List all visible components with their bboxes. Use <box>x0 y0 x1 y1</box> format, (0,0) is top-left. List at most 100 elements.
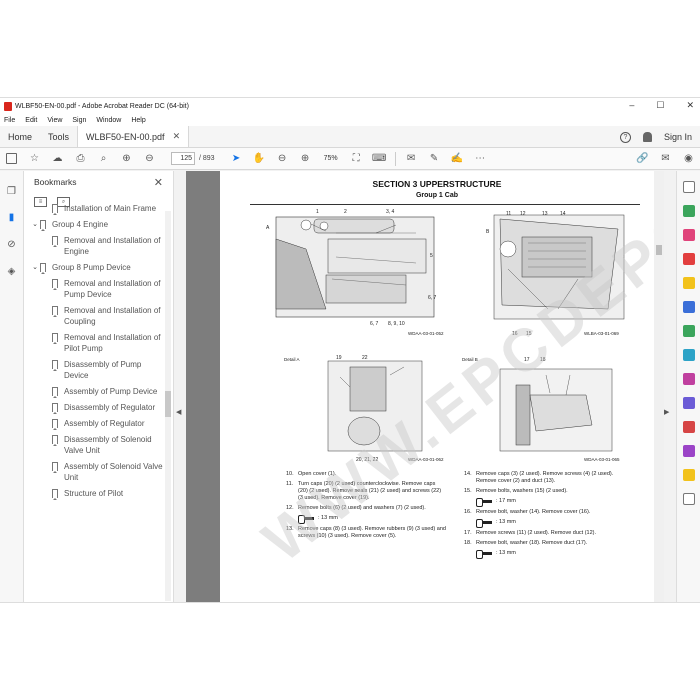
close-window-button[interactable]: ✕ <box>686 100 694 111</box>
bookmarks-list: Installation of Main Frame ⌄ Group 4 Engin… <box>24 203 164 504</box>
step-number: 12. <box>286 505 294 511</box>
bookmark-item[interactable]: Disassembly of Solenoid Valve Unit <box>24 434 164 456</box>
bookmark-label: Disassembly of Solenoid Valve Unit <box>64 435 152 455</box>
fig2-label: 13 <box>542 211 548 217</box>
document-scrollbar[interactable] <box>654 171 664 602</box>
tool-size-line: : 13 mm <box>476 519 634 528</box>
figure-detail-a <box>327 360 423 452</box>
notifications-icon[interactable] <box>642 132 652 142</box>
send-for-signature-icon[interactable] <box>683 445 695 457</box>
account-icon[interactable]: ◉ <box>683 153 694 164</box>
protect-icon[interactable] <box>683 397 695 409</box>
stamp-icon[interactable] <box>683 469 695 481</box>
find-icon[interactable]: ⌕ <box>98 153 109 164</box>
bookmark-item[interactable]: Assembly of Solenoid Valve Unit <box>24 461 164 483</box>
help-icon[interactable]: ? <box>619 131 631 143</box>
upload-cloud-icon[interactable]: ☁ <box>52 153 63 164</box>
tab-tools[interactable]: Tools <box>40 126 77 147</box>
bookmark-ribbon-icon <box>52 204 58 215</box>
fill-sign-icon[interactable] <box>683 373 695 385</box>
close-bookmarks-icon[interactable]: ✕ <box>154 176 163 189</box>
bookmarks-scrollbar[interactable] <box>165 211 171 601</box>
sign-in-button[interactable]: Sign In <box>664 132 692 142</box>
export-pdf-icon[interactable] <box>683 205 695 217</box>
fig1-label: A <box>266 225 270 231</box>
zoom-out-icon[interactable]: ⊖ <box>277 153 288 164</box>
fig1-label: 3, 4 <box>386 209 395 215</box>
email-icon[interactable]: ✉ <box>660 153 671 164</box>
minimize-button[interactable]: – <box>629 100 634 111</box>
bookmark-item[interactable]: Assembly of Regulator <box>24 418 164 430</box>
bookmark-item[interactable]: Installation of Main Frame <box>24 203 164 215</box>
collapse-left-panel-icon[interactable]: ◀ <box>176 408 181 416</box>
highlight-pen-icon[interactable]: ✎ <box>429 153 440 164</box>
attachments-icon[interactable]: ⊘ <box>6 239 17 250</box>
previous-page-icon[interactable]: ⊕ <box>121 153 132 164</box>
search-tool-icon[interactable] <box>683 181 695 193</box>
bookmark-star-icon[interactable]: ☆ <box>29 153 40 164</box>
comment-icon[interactable]: ✉ <box>406 153 417 164</box>
maximize-button[interactable]: ☐ <box>656 100 664 111</box>
document-scroll-thumb[interactable] <box>656 245 662 255</box>
bookmark-item[interactable]: Removal and Installation of Pump Device <box>24 278 164 300</box>
next-page-icon[interactable]: ⊖ <box>144 153 155 164</box>
fit-page-icon[interactable]: ⛶ <box>351 153 362 164</box>
close-tab-icon[interactable]: ✕ <box>173 131 181 142</box>
layers-icon[interactable]: ◈ <box>6 266 17 277</box>
page-number-input[interactable]: 125 <box>171 152 195 165</box>
procedure-step: 18. Remove bolt, washer (18). Remove duct… <box>464 540 634 547</box>
menu-sign[interactable]: Sign <box>72 117 86 124</box>
keyboard-icon[interactable]: ⌨ <box>372 153 386 164</box>
redact-icon[interactable] <box>683 421 695 433</box>
more-tools-icon[interactable]: ⋯ <box>475 153 486 164</box>
bookmark-item[interactable]: ⌄ Group 8 Pump Device <box>24 262 164 274</box>
share-link-icon[interactable]: 🔗 <box>636 153 648 164</box>
bookmark-expander-icon[interactable]: ⌄ <box>30 262 40 273</box>
organize-pages-icon[interactable] <box>683 325 695 337</box>
collapse-right-panel-icon[interactable]: ▶ <box>664 408 669 416</box>
fig1-label: 6, 7 <box>428 295 437 301</box>
bookmark-item[interactable]: Disassembly of Pump Device <box>24 359 164 381</box>
bookmark-label: Disassembly of Regulator <box>64 403 156 412</box>
edit-pdf-icon[interactable] <box>683 229 695 241</box>
bookmark-item[interactable]: Removal and Installation of Engine <box>24 235 164 257</box>
menu-file[interactable]: File <box>4 117 15 124</box>
bookmarks-panel-icon[interactable]: ▮ <box>6 212 17 223</box>
step-text: Remove bolt, washer (18). Remove duct (1… <box>476 540 588 546</box>
zoom-level-select[interactable]: 75% <box>317 152 345 165</box>
tool-size-text: : 13 mm <box>496 519 516 525</box>
tab-document[interactable]: WLBF50-EN-00.pdf ✕ <box>77 126 190 147</box>
print-icon[interactable]: ⎙ <box>75 153 86 164</box>
menu-edit[interactable]: Edit <box>25 117 37 124</box>
bookmark-item[interactable]: Removal and Installation of Pilot Pump <box>24 332 164 354</box>
menu-window[interactable]: Window <box>96 117 121 124</box>
page-thumbnails-icon[interactable]: ❐ <box>6 186 17 197</box>
menu-bar: File Edit View Sign Window Help <box>0 114 700 126</box>
bookmark-item[interactable]: ⌄ Group 4 Engine <box>24 219 164 231</box>
bookmarks-scroll-thumb[interactable] <box>165 391 171 417</box>
bookmark-ribbon-icon <box>52 306 58 317</box>
procedure-step: 11. Turn caps (20) (2 used) counterclockw… <box>286 481 446 502</box>
scan-ocr-icon[interactable] <box>683 349 695 361</box>
zoom-in-icon[interactable]: ⊕ <box>300 153 311 164</box>
save-icon[interactable] <box>6 153 17 164</box>
bookmark-item[interactable]: Assembly of Pump Device <box>24 386 164 398</box>
bookmark-ribbon-icon <box>52 462 58 473</box>
hand-tool-icon[interactable]: ✋ <box>253 153 265 164</box>
fig1-label: 8, 9, 10 <box>388 321 405 327</box>
select-cursor-icon[interactable]: ➤ <box>231 153 242 164</box>
tab-home[interactable]: Home <box>0 126 40 147</box>
create-pdf-icon[interactable] <box>683 253 695 265</box>
bookmark-item[interactable]: Disassembly of Regulator <box>24 402 164 414</box>
bookmark-expander-icon[interactable]: ⌄ <box>30 219 40 230</box>
combine-files-icon[interactable] <box>683 301 695 313</box>
procedure-step: 15. Remove bolts, washers (15) (2 used). <box>464 488 634 495</box>
comment-tool-icon[interactable] <box>683 277 695 289</box>
sign-icon[interactable]: ✍ <box>451 153 463 164</box>
bookmark-label: Removal and Installation of Pump Device <box>64 279 161 299</box>
bookmark-item[interactable]: Removal and Installation of Coupling <box>24 305 164 327</box>
menu-view[interactable]: View <box>47 117 62 124</box>
more-tools-rail-icon[interactable] <box>683 493 695 505</box>
bookmark-item[interactable]: Structure of Pilot <box>24 488 164 500</box>
menu-help[interactable]: Help <box>131 117 145 124</box>
